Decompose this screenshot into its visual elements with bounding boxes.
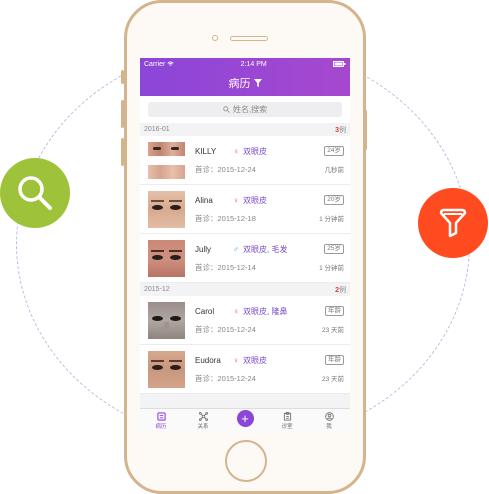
updated-time: 1 分钟前 — [319, 265, 344, 272]
procedure-tags: 双眼皮, 毛发 — [243, 244, 288, 254]
battery-icon — [332, 61, 346, 67]
patient-photo — [148, 141, 185, 179]
record-row[interactable]: Jully ♂ 双眼皮, 毛发 25岁 首诊：2015-12-14 1 分钟前 — [140, 234, 350, 283]
tab-clinic-label: 诊室 — [281, 424, 293, 430]
patient-name: Jully — [195, 244, 212, 254]
search-input[interactable]: 姓名,搜索 — [148, 102, 342, 117]
volume-down-button — [121, 138, 124, 166]
age-badge: 24岁 — [324, 146, 344, 156]
updated-time: 几秒前 — [324, 167, 345, 174]
tab-add[interactable]: + — [224, 409, 266, 433]
magnifier-icon — [18, 176, 52, 210]
patient-name: Eudora — [195, 355, 221, 365]
female-icon: ♀ — [233, 355, 239, 365]
procedure-tags: 双眼皮 — [243, 195, 267, 205]
patient-name: KILLY — [195, 146, 217, 156]
first-visit-date: 首诊：2015-12-18 — [195, 213, 256, 223]
tab-me-label: 我 — [326, 424, 332, 430]
updated-time: 1 分钟前 — [319, 216, 344, 223]
tab-clinic[interactable]: 诊室 — [266, 409, 308, 433]
patient-photo — [148, 239, 185, 277]
age-badge: 25岁 — [324, 244, 344, 254]
clock: 2:14 PM — [240, 60, 267, 68]
female-icon: ♀ — [233, 146, 239, 156]
record-row[interactable]: Alina ♀ 双眼皮 20岁 首诊：2015-12-18 1 分钟前 — [140, 185, 350, 234]
tab-me[interactable]: 我 — [308, 409, 350, 433]
updated-time: 23 天前 — [321, 376, 344, 383]
age-badge: 年龄 — [325, 306, 344, 316]
patient-name: Carol — [195, 306, 215, 316]
filter-feature-badge — [418, 188, 488, 258]
mute-switch — [121, 70, 124, 84]
first-visit-date: 首诊：2015-12-24 — [195, 164, 256, 174]
procedure-tags: 双眼皮 — [243, 146, 267, 156]
procedure-tags: 双眼皮, 隆鼻 — [243, 306, 288, 316]
record-row[interactable]: Eudora ♀ 双眼皮 年龄 首诊：2015-12-24 23 天前 — [140, 345, 350, 394]
patient-photo — [148, 350, 185, 388]
tab-records[interactable]: 病历 — [140, 409, 182, 433]
search-icon — [223, 106, 230, 113]
section-count: 3例 — [335, 126, 346, 134]
first-visit-date: 首诊：2015-12-24 — [195, 324, 256, 334]
search-bar: 姓名,搜索 — [140, 96, 350, 123]
procedure-tags: 双眼皮 — [243, 355, 267, 365]
female-icon: ♀ — [233, 195, 239, 205]
tab-records-label: 病历 — [155, 424, 167, 430]
home-button[interactable] — [225, 440, 267, 482]
search-feature-badge — [0, 158, 70, 228]
section-date: 2015-12 — [144, 286, 170, 293]
record-row[interactable]: Carol ♀ 双眼皮, 隆鼻 年龄 首诊：2015-12-24 23 天前 — [140, 296, 350, 345]
patient-photo — [148, 301, 185, 339]
male-icon: ♂ — [233, 244, 239, 254]
funnel-icon — [439, 208, 467, 238]
add-button[interactable]: + — [236, 409, 254, 427]
nav-bar: 病历 — [140, 70, 350, 96]
speaker-grille — [230, 36, 268, 41]
power-button — [364, 110, 367, 150]
first-visit-date: 首诊：2015-12-14 — [195, 262, 256, 272]
carrier-label: Carrier — [144, 61, 174, 68]
status-bar: Carrier 2:14 PM — [140, 58, 350, 70]
wifi-icon — [167, 61, 174, 66]
updated-time: 23 天前 — [321, 327, 344, 334]
filter-icon[interactable] — [253, 79, 262, 87]
section-header: 2016-01 3例 — [140, 123, 350, 136]
age-badge: 年龄 — [325, 355, 344, 365]
section-count: 2例 — [335, 286, 346, 294]
volume-up-button — [121, 100, 124, 128]
records-icon — [156, 412, 166, 421]
network-icon — [198, 412, 208, 421]
profile-icon — [324, 412, 334, 421]
section-header: 2015-12 2例 — [140, 283, 350, 296]
record-row[interactable]: KILLY ♀ 双眼皮 24岁 首诊：2015-12-24 几秒前 — [140, 136, 350, 185]
section-date: 2016-01 — [144, 126, 170, 133]
patient-photo — [148, 190, 185, 228]
age-badge: 20岁 — [324, 195, 344, 205]
tab-bar: 病历 关系 + 诊室 我 — [140, 408, 350, 433]
female-icon: ♀ — [233, 306, 239, 316]
tab-relations-label: 关系 — [197, 424, 209, 430]
patient-name: Alina — [195, 195, 213, 205]
tab-relations[interactable]: 关系 — [182, 409, 224, 433]
search-placeholder: 姓名,搜索 — [232, 105, 268, 114]
first-visit-date: 首诊：2015-12-24 — [195, 373, 256, 383]
app-screen: Carrier 2:14 PM 病历 姓名,搜索 2016-01 3例 KILL… — [140, 58, 350, 433]
page-title: 病历 — [228, 78, 251, 90]
clinic-icon — [283, 412, 291, 421]
front-camera — [212, 35, 218, 41]
